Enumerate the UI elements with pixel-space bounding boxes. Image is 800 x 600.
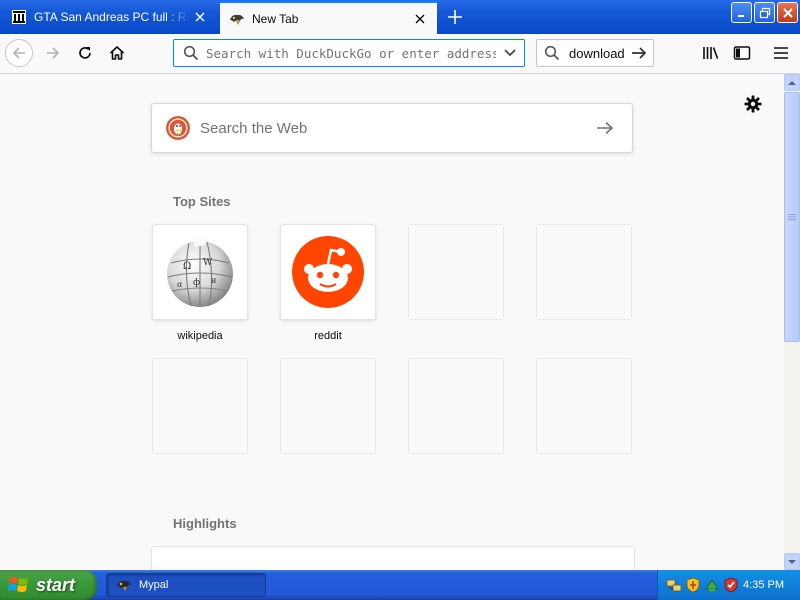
antivirus-icon[interactable] bbox=[723, 577, 739, 593]
search-icon bbox=[178, 45, 204, 61]
top-site-tile-empty[interactable] bbox=[408, 224, 504, 320]
library-button[interactable] bbox=[697, 39, 725, 67]
address-input[interactable] bbox=[204, 45, 496, 61]
top-site-label: reddit bbox=[314, 330, 342, 342]
network-icon[interactable] bbox=[666, 577, 682, 593]
top-site-tile-reddit[interactable] bbox=[280, 224, 376, 320]
new-tab-plus-icon[interactable] bbox=[444, 6, 466, 28]
restore-window-button[interactable] bbox=[754, 2, 775, 23]
windows-taskbar: start Mypal 4:35 PM bbox=[0, 570, 800, 600]
web-search-box[interactable]: Search the Web bbox=[151, 103, 633, 153]
home-icon bbox=[109, 46, 125, 60]
close-window-button[interactable] bbox=[777, 2, 798, 23]
forward-arrow-icon bbox=[47, 47, 60, 59]
sidebar-button[interactable] bbox=[728, 39, 756, 67]
chevron-down-icon[interactable] bbox=[496, 48, 524, 58]
library-icon bbox=[703, 47, 719, 59]
minimize-window-button[interactable] bbox=[731, 2, 752, 23]
svg-text:α: α bbox=[177, 280, 183, 289]
highlights-heading: Highlights bbox=[173, 516, 237, 531]
security-shield-icon[interactable] bbox=[685, 577, 701, 593]
start-label: start bbox=[36, 574, 76, 595]
close-tab-icon[interactable] bbox=[189, 6, 211, 28]
arrow-right-icon[interactable] bbox=[627, 46, 651, 60]
back-button[interactable] bbox=[5, 39, 33, 67]
back-arrow-icon bbox=[12, 47, 25, 59]
new-tab-page: Search the Web Top Sites Ω W ф и α wikip… bbox=[0, 74, 784, 570]
taskbar-clock: 4:35 PM bbox=[743, 579, 784, 591]
arrow-right-icon[interactable] bbox=[590, 121, 620, 135]
reload-button[interactable] bbox=[71, 39, 99, 67]
scroll-down-button[interactable] bbox=[784, 553, 800, 570]
tab-new-tab[interactable]: New Tab bbox=[220, 1, 437, 34]
top-site-tile-empty[interactable] bbox=[536, 224, 632, 320]
duckduckgo-logo-icon bbox=[166, 116, 190, 140]
reload-icon bbox=[79, 47, 91, 59]
vertical-scrollbar[interactable] bbox=[784, 74, 800, 570]
sidebar-icon bbox=[733, 46, 751, 60]
home-button[interactable] bbox=[103, 39, 131, 67]
top-site-tile-empty[interactable] bbox=[280, 358, 376, 454]
chevron-up-icon bbox=[788, 80, 796, 85]
search-bar[interactable]: download bbox=[536, 39, 654, 67]
svg-text:и: и bbox=[211, 276, 216, 285]
top-site-tile-empty[interactable] bbox=[408, 358, 504, 454]
forward-button[interactable] bbox=[39, 39, 67, 67]
highlight-card[interactable] bbox=[151, 546, 635, 570]
web-search-placeholder: Search the Web bbox=[200, 119, 308, 137]
safely-remove-icon[interactable] bbox=[704, 577, 720, 593]
archive-building-icon bbox=[10, 8, 28, 26]
tab-strip: GTA San Andreas PC full : Rockstar Games… bbox=[0, 0, 800, 34]
search-bar-text: download bbox=[569, 45, 625, 61]
top-site-tile-empty[interactable] bbox=[152, 358, 248, 454]
wikipedia-globe-icon: Ω W ф и α bbox=[167, 237, 233, 307]
start-button[interactable]: start bbox=[0, 570, 97, 600]
search-icon bbox=[539, 45, 565, 61]
top-site-tile-wikipedia[interactable]: Ω W ф и α bbox=[152, 224, 248, 320]
scroll-up-button[interactable] bbox=[784, 74, 800, 91]
taskbar-item-mypal[interactable]: Mypal bbox=[106, 573, 266, 597]
reddit-icon bbox=[292, 236, 364, 308]
taskbar-item-label: Mypal bbox=[139, 579, 169, 591]
tab-gta-san-andreas[interactable]: GTA San Andreas PC full : Rockstar Games bbox=[2, 1, 217, 32]
address-bar[interactable] bbox=[173, 39, 525, 67]
mypal-icon bbox=[228, 10, 246, 28]
svg-text:ф: ф bbox=[193, 278, 200, 288]
navigation-toolbar: download bbox=[0, 34, 800, 74]
mypal-icon bbox=[115, 577, 133, 593]
top-site-tile-empty[interactable] bbox=[536, 358, 632, 454]
gear-icon[interactable] bbox=[743, 94, 763, 114]
system-tray: 4:35 PM bbox=[657, 570, 800, 600]
scrollbar-thumb[interactable] bbox=[784, 92, 800, 342]
svg-text:Ω: Ω bbox=[183, 261, 191, 272]
chevron-down-icon bbox=[788, 559, 796, 564]
tab-title: New Tab bbox=[252, 11, 299, 26]
grip-icon bbox=[788, 214, 796, 220]
menu-button[interactable] bbox=[767, 39, 795, 67]
top-site-label: wikipedia bbox=[177, 330, 223, 342]
close-tab-icon[interactable] bbox=[409, 8, 431, 30]
hamburger-menu-icon bbox=[774, 47, 788, 59]
svg-text:W: W bbox=[203, 258, 213, 268]
tab-title: GTA San Andreas PC full : Rockstar Games bbox=[34, 9, 189, 24]
top-sites-heading: Top Sites bbox=[173, 194, 231, 209]
windows-flag-icon bbox=[8, 577, 28, 592]
